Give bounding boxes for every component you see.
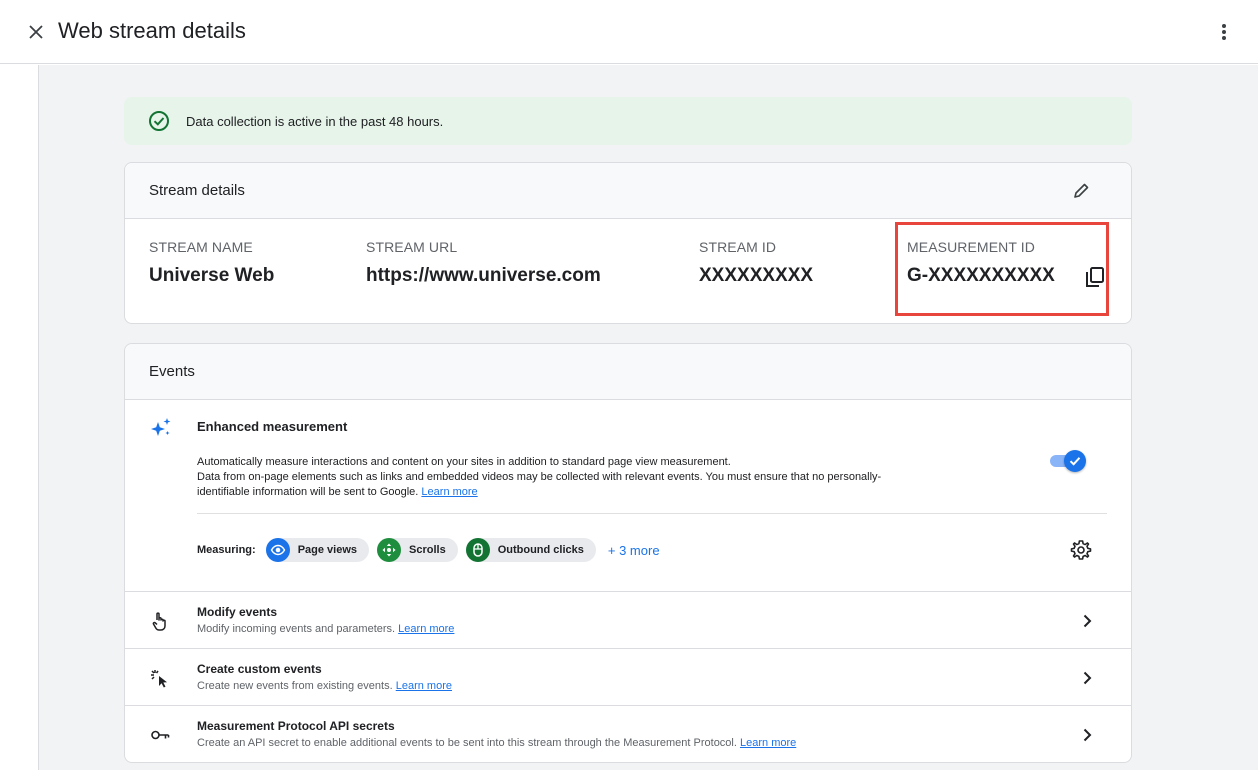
modify-events-learn-more[interactable]: Learn more <box>398 623 454 635</box>
measuring-label: Measuring: <box>197 544 256 556</box>
chip-outbound-clicks-label: Outbound clicks <box>497 544 584 556</box>
stream-id-label: STREAM ID <box>699 239 777 255</box>
api-secrets-subtitle-wrap: Create an API secret to enable additiona… <box>197 737 796 749</box>
status-banner: Data collection is active in the past 48… <box>124 97 1132 145</box>
enhanced-measurement-toggle[interactable] <box>1050 450 1086 472</box>
enhanced-desc-line-2: Data from on-page elements such as links… <box>197 471 882 483</box>
create-custom-events-subtitle: Create new events from existing events. <box>197 680 393 692</box>
more-options-button[interactable] <box>1212 20 1236 44</box>
more-vert-icon <box>1222 24 1226 40</box>
measurement-id-label: MEASUREMENT ID <box>907 239 1035 255</box>
chip-page-views[interactable]: Page views <box>265 538 370 562</box>
stream-name-field: STREAM NAME Universe Web <box>149 239 274 287</box>
enhanced-learn-more-link[interactable]: Learn more <box>421 486 477 498</box>
events-card: Events Enhanced measurement Automaticall… <box>124 343 1132 763</box>
copy-button[interactable] <box>1083 265 1107 289</box>
chevron-right-icon <box>1083 728 1092 742</box>
create-custom-events-row[interactable]: Create custom events Create new events f… <box>125 649 1131 706</box>
enhanced-desc-line-3: identifiable information will be sent to… <box>197 486 419 498</box>
api-secrets-row[interactable]: Measurement Protocol API secrets Create … <box>125 706 1131 763</box>
chip-scrolls[interactable]: Scrolls <box>377 538 458 562</box>
stream-details-header: Stream details <box>125 163 1131 219</box>
stream-details-fields: STREAM NAME Universe Web STREAM URL http… <box>125 219 1131 323</box>
enhanced-measurement-title: Enhanced measurement <box>197 419 348 434</box>
top-bar: Web stream details <box>0 0 1258 64</box>
measurement-id-value: G-XXXXXXXXXX <box>907 265 1055 286</box>
measurement-id-field: MEASUREMENT ID G-XXXXXXXXXX <box>907 239 1104 287</box>
settings-button[interactable] <box>1069 538 1093 562</box>
enhanced-measurement-section: Enhanced measurement Automatically measu… <box>125 400 1131 592</box>
close-icon <box>29 25 43 39</box>
eye-icon <box>265 538 290 562</box>
create-custom-events-learn-more[interactable]: Learn more <box>396 680 452 692</box>
stream-name-label: STREAM NAME <box>149 239 253 255</box>
touch-icon <box>152 612 166 631</box>
toggle-thumb <box>1064 450 1086 472</box>
chip-page-views-label: Page views <box>297 544 358 556</box>
check-icon <box>1069 457 1081 466</box>
status-banner-text: Data collection is active in the past 48… <box>186 113 444 129</box>
chip-outbound-clicks[interactable]: Outbound clicks <box>465 538 596 562</box>
modify-events-subtitle: Modify incoming events and parameters. <box>197 623 396 635</box>
more-measurements-link[interactable]: + 3 more <box>608 543 660 558</box>
gear-icon <box>1070 540 1092 560</box>
close-button[interactable] <box>24 20 48 44</box>
create-custom-events-subtitle-wrap: Create new events from existing events. … <box>197 680 452 692</box>
mouse-icon <box>465 538 490 562</box>
events-header: Events <box>125 344 1131 400</box>
divider <box>197 513 1107 514</box>
sparkle-icon <box>151 418 171 436</box>
scroll-icon <box>377 538 402 562</box>
sparkle-cursor-icon <box>151 670 167 688</box>
events-title: Events <box>149 363 195 380</box>
modify-events-title: Modify events <box>197 605 278 619</box>
edit-button[interactable] <box>1069 179 1093 203</box>
copy-icon <box>1086 267 1104 287</box>
stream-name-value: Universe Web <box>149 265 275 286</box>
enhanced-measurement-description: Automatically measure interactions and c… <box>197 455 997 500</box>
check-circle-icon <box>149 111 169 131</box>
chevron-right-icon <box>1083 614 1092 628</box>
api-secrets-subtitle: Create an API secret to enable additiona… <box>197 737 737 749</box>
modify-events-subtitle-wrap: Modify incoming events and parameters. L… <box>197 623 454 635</box>
chip-scrolls-label: Scrolls <box>409 544 446 556</box>
enhanced-desc-line-1: Automatically measure interactions and c… <box>197 456 731 468</box>
stream-details-card: Stream details STREAM NAME Universe Web … <box>124 162 1132 324</box>
key-icon <box>151 730 170 740</box>
measuring-row: Measuring: Page views Scrolls Outbound c… <box>197 538 660 562</box>
chevron-right-icon <box>1083 671 1092 685</box>
page-title: Web stream details <box>58 18 246 43</box>
stream-url-label: STREAM URL <box>366 239 458 255</box>
stream-url-value: https://www.universe.com <box>366 265 601 286</box>
stream-id-field: STREAM ID XXXXXXXXX <box>699 239 813 287</box>
stream-id-value: XXXXXXXXX <box>699 265 814 286</box>
pencil-icon <box>1074 183 1089 198</box>
api-secrets-learn-more[interactable]: Learn more <box>740 737 796 749</box>
create-custom-events-title: Create custom events <box>197 662 322 676</box>
enhanced-desc-line-3-wrap: identifiable information will be sent to… <box>197 485 997 500</box>
main-content: Data collection is active in the past 48… <box>38 65 1258 770</box>
stream-details-title: Stream details <box>149 182 245 199</box>
stream-url-field: STREAM URL https://www.universe.com <box>366 239 601 287</box>
modify-events-row[interactable]: Modify events Modify incoming events and… <box>125 592 1131 649</box>
api-secrets-title: Measurement Protocol API secrets <box>197 719 395 733</box>
